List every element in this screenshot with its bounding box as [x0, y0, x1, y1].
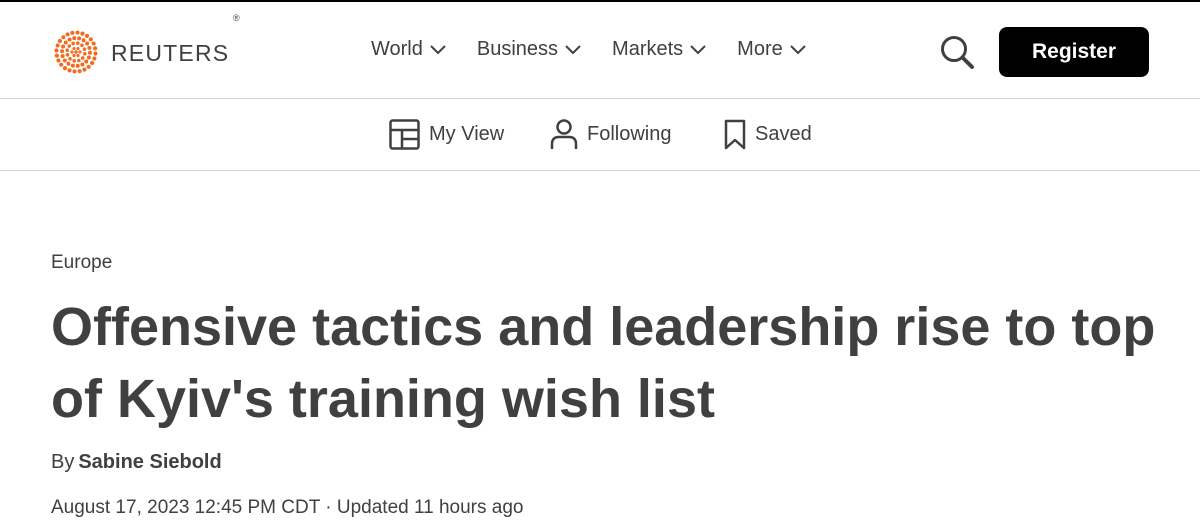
nav-item-label: Business	[476, 38, 559, 60]
logo-text: REUTERS	[111, 39, 230, 66]
byline-prefix: By	[51, 451, 75, 473]
author-link[interactable]: Sabine Siebold	[78, 451, 221, 473]
reuters-logo-icon	[54, 30, 98, 74]
my-view-link[interactable]: My View	[389, 119, 504, 150]
layout-icon	[389, 119, 420, 150]
main-nav: World Business Markets More	[371, 38, 837, 61]
nav-item-label: World	[371, 38, 423, 60]
bookmark-icon	[724, 119, 746, 150]
person-icon	[550, 119, 578, 149]
article-category[interactable]: Europe	[51, 252, 112, 274]
nav-item-world[interactable]: World	[371, 38, 446, 61]
logo-registered-mark: ®	[233, 13, 240, 23]
following-link[interactable]: Following	[550, 119, 671, 150]
search-icon	[941, 36, 974, 69]
search-button[interactable]	[939, 34, 975, 75]
nav-item-label: Markets	[612, 38, 684, 60]
personal-nav: My View Following Saved	[0, 99, 1200, 171]
article-headline: Offensive tactics and leadership rise to…	[51, 297, 1156, 429]
top-header: REUTERS ® World Business Markets More Re…	[0, 0, 1200, 99]
reuters-logo[interactable]: REUTERS	[51, 28, 229, 76]
chevron-down-icon	[690, 44, 706, 54]
register-button[interactable]: Register	[999, 27, 1149, 77]
chevron-down-icon	[565, 44, 581, 54]
my-view-label: My View	[429, 123, 505, 145]
saved-link[interactable]: Saved	[724, 119, 812, 150]
article-dateline: August 17, 2023 12:45 PM CDT · Updated 1…	[51, 497, 524, 518]
nav-item-markets[interactable]: Markets	[612, 38, 706, 61]
nav-item-more[interactable]: More	[737, 38, 806, 61]
chevron-down-icon	[430, 44, 446, 54]
nav-item-business[interactable]: Business	[477, 38, 581, 61]
saved-label: Saved	[755, 123, 812, 145]
chevron-down-icon	[790, 44, 806, 54]
byline: By Sabine Siebold	[51, 451, 222, 474]
following-label: Following	[587, 123, 672, 145]
nav-item-label: More	[737, 38, 783, 60]
